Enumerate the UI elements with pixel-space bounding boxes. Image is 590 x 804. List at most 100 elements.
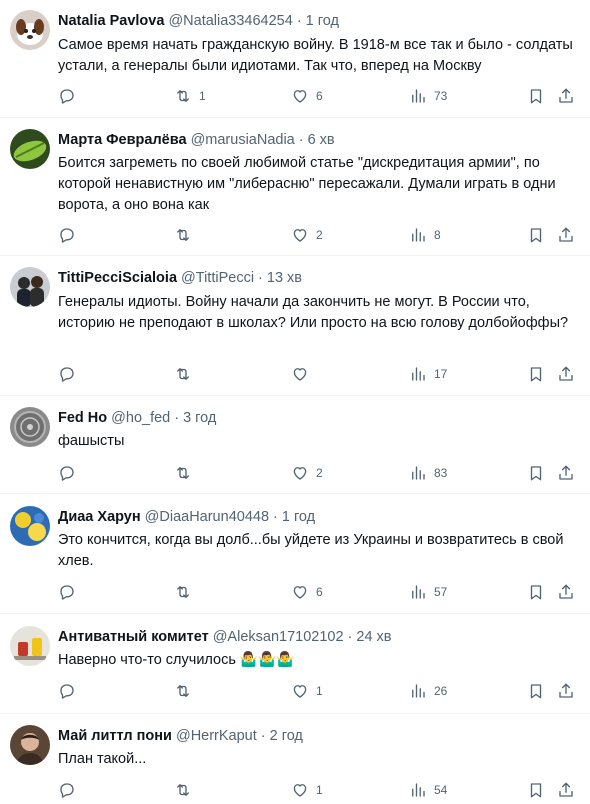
like-button[interactable]: 6 <box>291 581 323 603</box>
reply-button[interactable] <box>58 779 83 801</box>
author-handle[interactable]: @ho_fed <box>111 410 170 426</box>
share-button[interactable] <box>557 680 575 702</box>
views-button[interactable]: 26 <box>409 680 447 702</box>
author-name[interactable]: Диаа Харун <box>58 509 141 525</box>
avatar[interactable] <box>10 129 50 169</box>
timestamp[interactable]: 6 хв <box>308 132 335 148</box>
retweet-button[interactable] <box>174 779 199 801</box>
share-button[interactable] <box>557 363 575 385</box>
author-name[interactable]: Антиватный комитет <box>58 629 209 645</box>
separator-dot: · <box>260 728 266 744</box>
author-handle[interactable]: @marusiaNadia <box>191 132 295 148</box>
share-icon <box>559 584 573 599</box>
like-count: 6 <box>316 89 323 103</box>
separator-dot: · <box>296 13 302 29</box>
views-button[interactable]: 17 <box>409 363 447 385</box>
retweet-button[interactable] <box>174 680 199 702</box>
views-count: 57 <box>434 585 448 599</box>
tweet[interactable]: Fed Ho @ho_fed · 3 год фашысты 2 83 <box>0 396 590 494</box>
author-name[interactable]: TittiPecciScialoia <box>58 270 177 286</box>
tweet[interactable]: Май литтл пони @HerrKaput · 2 год План так… <box>0 714 590 804</box>
avatar[interactable] <box>10 626 50 666</box>
views-count: 54 <box>434 783 448 797</box>
retweet-button[interactable] <box>174 462 199 484</box>
reply-icon <box>60 367 74 382</box>
views-button[interactable]: 54 <box>409 779 447 801</box>
like-button[interactable]: 6 <box>291 85 323 107</box>
bookmark-button[interactable] <box>527 680 545 702</box>
views-chart-icon <box>412 466 425 480</box>
tweet-text: Это кончится, когда вы долб...бы уйдете … <box>58 532 564 569</box>
retweet-button[interactable] <box>174 363 199 385</box>
tweet[interactable]: Диаа Харун @DiaaHarun40448 · 1 год Это кон… <box>0 494 590 614</box>
avatar[interactable] <box>10 725 50 765</box>
bookmark-button[interactable] <box>527 363 545 385</box>
author-name[interactable]: Май литтл пони <box>58 728 172 744</box>
like-button[interactable]: 1 <box>291 680 323 702</box>
like-button[interactable]: 2 <box>291 224 323 246</box>
heart-icon <box>293 368 307 381</box>
bookmark-button[interactable] <box>527 224 545 246</box>
like-button[interactable]: 1 <box>291 779 323 801</box>
avatar[interactable] <box>10 407 50 447</box>
retweet-button[interactable] <box>174 224 199 246</box>
tweet-header: Fed Ho @ho_fed · 3 год <box>58 408 216 428</box>
reply-button[interactable] <box>58 680 83 702</box>
author-handle[interactable]: @HerrKaput <box>176 728 257 744</box>
avatar[interactable] <box>10 267 50 307</box>
views-chart-icon <box>412 228 425 242</box>
bookmark-button[interactable] <box>527 462 545 484</box>
reply-icon <box>60 585 74 600</box>
views-button[interactable]: 73 <box>409 85 447 107</box>
reply-button[interactable] <box>58 224 83 246</box>
like-count: 1 <box>316 684 323 698</box>
like-button[interactable]: 2 <box>291 462 323 484</box>
timestamp[interactable]: 3 год <box>183 410 216 426</box>
author-handle[interactable]: @TittiPecci <box>181 270 254 286</box>
views-button[interactable]: 8 <box>409 224 441 246</box>
views-button[interactable]: 57 <box>409 581 447 603</box>
retweet-button[interactable]: 1 <box>174 85 206 107</box>
author-handle[interactable]: @Aleksan17102102 <box>213 629 344 645</box>
author-handle[interactable]: @Natalia33464254 <box>168 13 292 29</box>
timestamp[interactable]: 1 год <box>306 13 339 29</box>
author-handle[interactable]: @DiaaHarun40448 <box>145 509 269 525</box>
share-icon <box>559 683 573 698</box>
reply-button[interactable] <box>58 581 83 603</box>
reply-button[interactable] <box>58 85 83 107</box>
bookmark-button[interactable] <box>527 85 545 107</box>
bookmark-button[interactable] <box>527 779 545 801</box>
tweet[interactable]: Natalia Pavlova @Natalia33464254 · 1 год С… <box>0 0 590 118</box>
tweet-header: Диаа Харун @DiaaHarun40448 · 1 год <box>58 507 315 527</box>
share-button[interactable] <box>557 224 575 246</box>
bookmark-button[interactable] <box>527 581 545 603</box>
avatar[interactable] <box>10 10 50 50</box>
share-button[interactable] <box>557 462 575 484</box>
timestamp[interactable]: 1 год <box>282 509 315 525</box>
author-name[interactable]: Fed Ho <box>58 410 107 426</box>
retweet-button[interactable] <box>174 581 199 603</box>
retweet-icon <box>177 586 189 598</box>
share-button[interactable] <box>557 85 575 107</box>
timestamp[interactable]: 24 хв <box>356 629 391 645</box>
reply-button[interactable] <box>58 363 83 385</box>
tweet[interactable]: TittiPecciScialoia @TittiPecci · 13 хв Ген… <box>0 256 590 396</box>
separator-dot: · <box>347 629 353 645</box>
like-count: 1 <box>316 783 323 797</box>
tweet[interactable]: Антиватный комитет @Aleksan17102102 · 24 х… <box>0 614 590 714</box>
share-button[interactable] <box>557 581 575 603</box>
tweet-text: фашысты <box>58 433 125 449</box>
retweet-icon <box>177 784 189 796</box>
timestamp[interactable]: 2 год <box>270 728 303 744</box>
tweet[interactable]: Марта Февралёва @marusiaNadia · 6 хв Боитс… <box>0 118 590 256</box>
like-button[interactable] <box>291 363 316 385</box>
bookmark-icon <box>530 585 542 600</box>
author-name[interactable]: Natalia Pavlova <box>58 13 164 29</box>
share-button[interactable] <box>557 779 575 801</box>
action-bar: 17 <box>0 363 590 385</box>
avatar[interactable] <box>10 506 50 546</box>
timestamp[interactable]: 13 хв <box>267 270 302 286</box>
reply-button[interactable] <box>58 462 83 484</box>
author-name[interactable]: Марта Февралёва <box>58 132 187 148</box>
views-button[interactable]: 83 <box>409 462 447 484</box>
